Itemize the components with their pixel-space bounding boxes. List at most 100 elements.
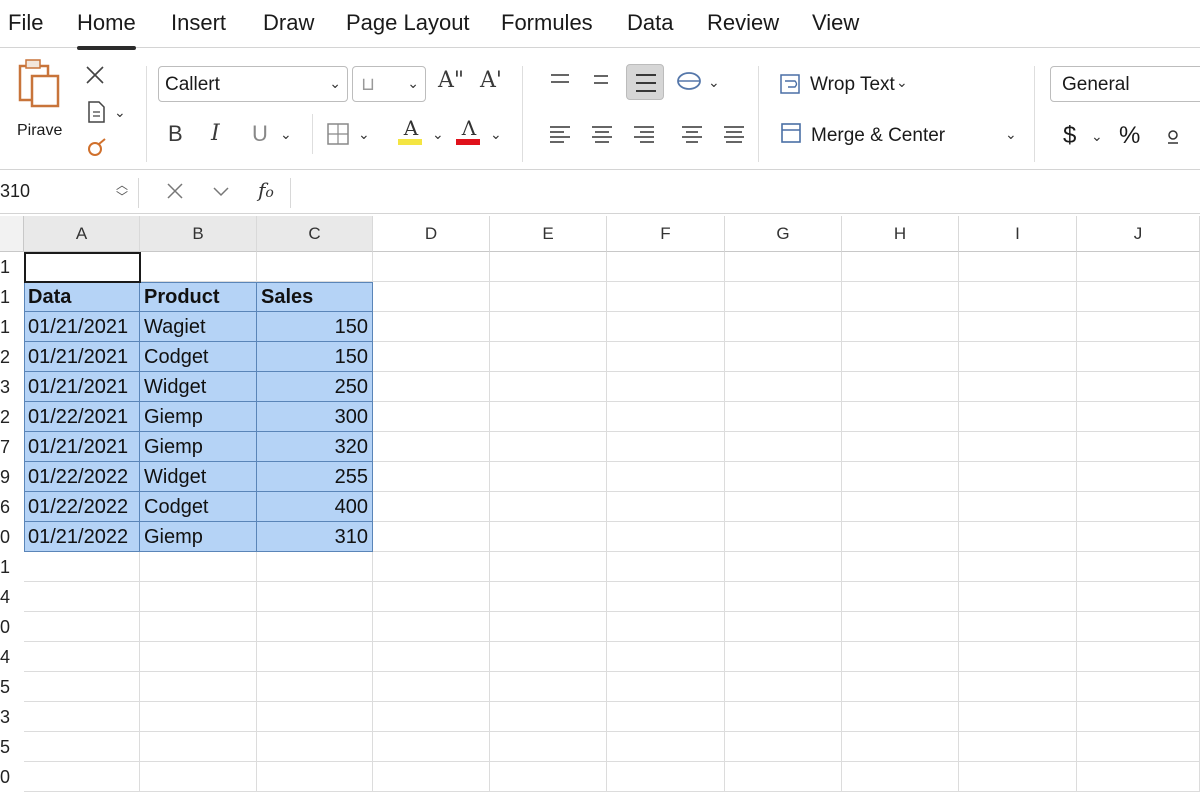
empty-cell[interactable] [490, 492, 607, 522]
row-header[interactable]: 5 [0, 732, 24, 762]
name-box-stepper-icon[interactable]: ︿ ﹀ [116, 179, 128, 203]
orientation-dropdown-icon[interactable]: ⌄ [708, 74, 720, 91]
empty-cell[interactable] [1077, 462, 1200, 492]
empty-cell[interactable] [959, 582, 1077, 612]
empty-cell[interactable] [140, 552, 257, 582]
empty-cell[interactable] [959, 492, 1077, 522]
highlight-color-icon[interactable]: A [398, 118, 424, 148]
empty-cell[interactable] [24, 762, 140, 792]
empty-cell[interactable] [725, 642, 842, 672]
empty-cell[interactable] [842, 432, 959, 462]
row-header[interactable]: 1 [0, 552, 24, 582]
empty-cell[interactable] [959, 282, 1077, 312]
empty-cell[interactable] [1077, 492, 1200, 522]
underline-dropdown-icon[interactable]: ⌄ [280, 126, 292, 143]
empty-cell[interactable] [842, 582, 959, 612]
row-header[interactable]: 1 [0, 252, 24, 282]
empty-cell[interactable] [490, 702, 607, 732]
empty-cell[interactable] [373, 342, 490, 372]
wrap-text-dropdown-icon[interactable]: ⌄ [896, 74, 908, 91]
merge-center-icon[interactable] [780, 122, 802, 144]
empty-cell[interactable] [24, 252, 140, 282]
empty-cell[interactable] [490, 522, 607, 552]
font-size-select[interactable]: ⊔ ⌄ [352, 66, 426, 102]
empty-cell[interactable] [725, 462, 842, 492]
comma-style-icon[interactable] [1164, 128, 1182, 148]
empty-cell[interactable] [490, 282, 607, 312]
empty-cell[interactable] [490, 552, 607, 582]
table-cell[interactable]: 255 [257, 462, 373, 492]
empty-cell[interactable] [842, 702, 959, 732]
table-cell[interactable]: Codget [140, 342, 257, 372]
copy-dropdown-icon[interactable]: ⌄ [114, 104, 126, 121]
table-cell[interactable]: 01/21/2021 [24, 342, 140, 372]
menu-page-layout[interactable]: Page Layout [346, 10, 470, 36]
row-header[interactable]: 2 [0, 402, 24, 432]
column-header-c[interactable]: C [257, 216, 373, 252]
cancel-icon[interactable] [166, 182, 184, 200]
empty-cell[interactable] [607, 642, 725, 672]
empty-cell[interactable] [959, 372, 1077, 402]
empty-cell[interactable] [725, 612, 842, 642]
empty-cell[interactable] [607, 492, 725, 522]
table-cell[interactable]: Giemp [140, 402, 257, 432]
row-header[interactable]: 6 [0, 492, 24, 522]
empty-cell[interactable] [959, 342, 1077, 372]
row-header[interactable]: 1 [0, 312, 24, 342]
empty-cell[interactable] [607, 342, 725, 372]
name-box[interactable]: 310 ︿ ﹀ [0, 178, 136, 208]
menu-data[interactable]: Data [627, 10, 673, 36]
empty-cell[interactable] [490, 612, 607, 642]
cut-icon[interactable] [84, 64, 106, 86]
currency-icon[interactable]: $ [1063, 122, 1076, 150]
empty-cell[interactable] [257, 582, 373, 612]
empty-cell[interactable] [373, 492, 490, 522]
empty-cell[interactable] [1077, 252, 1200, 282]
empty-cell[interactable] [959, 642, 1077, 672]
empty-cell[interactable] [373, 282, 490, 312]
currency-dropdown-icon[interactable]: ⌄ [1091, 128, 1103, 145]
wrap-text-button[interactable]: Wrop Text [810, 74, 895, 96]
table-cell[interactable]: 01/22/2022 [24, 492, 140, 522]
insert-function-icon[interactable]: fo [258, 180, 274, 200]
empty-cell[interactable] [842, 372, 959, 402]
empty-cell[interactable] [490, 462, 607, 492]
number-format-select[interactable]: General [1050, 66, 1200, 102]
table-header-cell[interactable]: Product [140, 282, 257, 312]
row-header[interactable]: 0 [0, 522, 24, 552]
empty-cell[interactable] [725, 732, 842, 762]
table-cell[interactable]: 150 [257, 312, 373, 342]
empty-cell[interactable] [490, 402, 607, 432]
empty-cell[interactable] [24, 552, 140, 582]
empty-cell[interactable] [842, 342, 959, 372]
empty-cell[interactable] [959, 612, 1077, 642]
borders-icon[interactable] [326, 122, 350, 146]
align-left-icon[interactable] [548, 124, 572, 146]
font-color-dropdown-icon[interactable]: ⌄ [490, 126, 502, 143]
menu-formules[interactable]: Formules [501, 10, 593, 36]
empty-cell[interactable] [1077, 732, 1200, 762]
column-header-j[interactable]: J [1077, 216, 1200, 252]
table-cell[interactable]: 01/22/2021 [24, 402, 140, 432]
empty-cell[interactable] [607, 432, 725, 462]
table-cell[interactable]: Giemp [140, 522, 257, 552]
empty-cell[interactable] [725, 522, 842, 552]
empty-cell[interactable] [607, 252, 725, 282]
column-header-e[interactable]: E [490, 216, 607, 252]
align-center-icon[interactable] [590, 124, 614, 146]
align-top-icon[interactable] [549, 70, 571, 90]
row-header[interactable]: 3 [0, 702, 24, 732]
align-bottom-button[interactable] [626, 64, 664, 100]
empty-cell[interactable] [725, 432, 842, 462]
empty-cell[interactable] [842, 672, 959, 702]
menu-draw[interactable]: Draw [263, 10, 314, 36]
empty-cell[interactable] [959, 522, 1077, 552]
table-cell[interactable]: Widget [140, 372, 257, 402]
empty-cell[interactable] [725, 492, 842, 522]
empty-cell[interactable] [373, 522, 490, 552]
empty-cell[interactable] [842, 312, 959, 342]
empty-cell[interactable] [607, 402, 725, 432]
menu-file[interactable]: File [8, 10, 43, 36]
table-cell[interactable]: 01/21/2021 [24, 372, 140, 402]
italic-icon[interactable]: I [211, 123, 220, 145]
